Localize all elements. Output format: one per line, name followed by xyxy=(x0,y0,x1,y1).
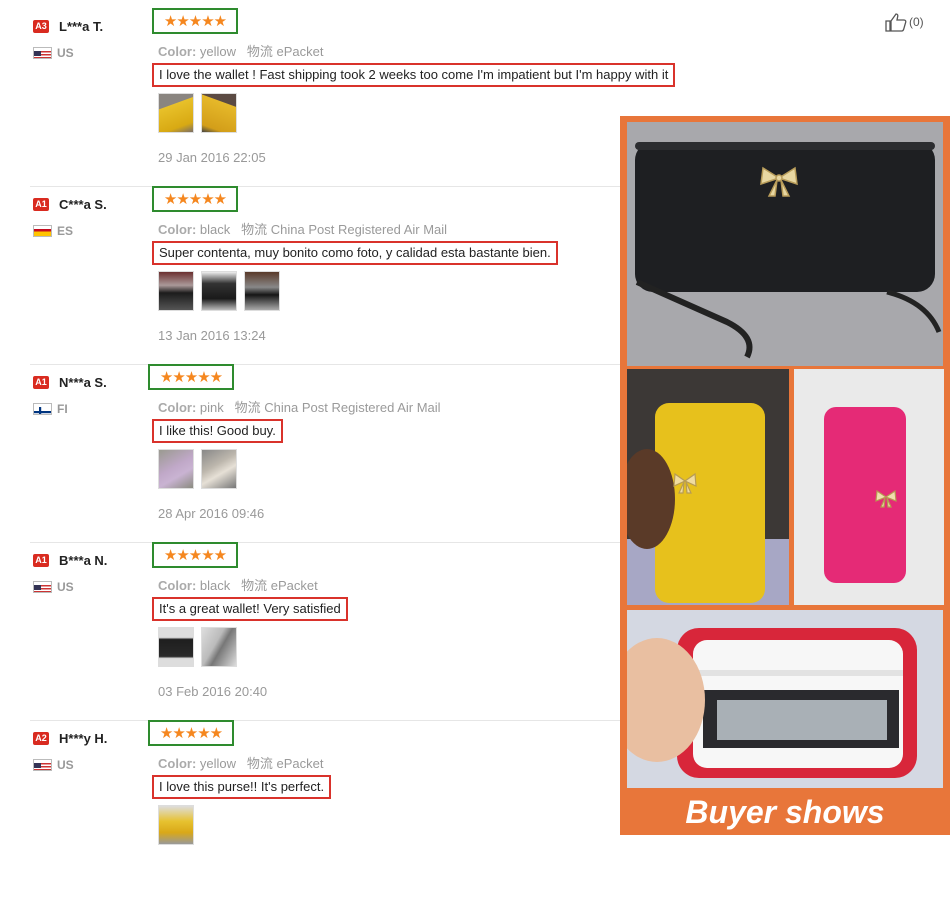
review-comment: I like this! Good buy. xyxy=(152,419,283,443)
logistics-label: 物流 xyxy=(246,44,273,59)
logistics-label: 物流 xyxy=(246,756,273,771)
review-photos xyxy=(158,271,280,311)
reviewer-name: H***y H. xyxy=(59,731,108,746)
color-value: yellow xyxy=(199,44,237,59)
us-flag-icon xyxy=(33,581,52,593)
order-info: Color: black 物流 China Post Registered Ai… xyxy=(158,219,447,238)
order-info: Color: black 物流 ePacket xyxy=(158,575,318,594)
review-item: A3 L***a T. US ★★★★★ Color: yellow 物流 eP… xyxy=(30,8,676,187)
review-item: A2 H***y H. US ★★★★★ Color: yellow 物流 eP… xyxy=(30,720,620,898)
review-photo-thumb[interactable] xyxy=(201,449,237,489)
review-comment: I love the wallet ! Fast shipping took 2… xyxy=(152,63,676,87)
buyer-level-badge: A1 xyxy=(33,198,49,211)
shipping-method: China Post Registered Air Mail xyxy=(264,400,441,415)
helpful-count: (0) xyxy=(909,15,924,29)
yellow-wallet-photo[interactable] xyxy=(627,369,789,605)
review-photos xyxy=(158,627,237,667)
review-photo-thumb[interactable] xyxy=(201,93,237,133)
shipping-method: ePacket xyxy=(276,44,324,59)
review-date: 28 Apr 2016 09:46 xyxy=(158,506,265,521)
reviewer-country: US xyxy=(57,580,74,594)
review-date: 03 Feb 2016 20:40 xyxy=(158,684,268,699)
shipping-method: China Post Registered Air Mail xyxy=(270,222,448,237)
color-label: Color: xyxy=(158,400,197,415)
color-value: black xyxy=(199,578,231,593)
order-info: Color: yellow 物流 ePacket xyxy=(158,753,324,772)
black-wallet-photo[interactable] xyxy=(627,122,943,366)
reviewer-country: US xyxy=(57,46,74,60)
open-wallet-photo[interactable] xyxy=(627,610,943,788)
review-comment: I love this purse!! It's perfect. xyxy=(152,775,332,799)
buyer-shows-title: Buyer shows xyxy=(685,794,885,830)
review-date: 29 Jan 2016 22:05 xyxy=(158,150,266,165)
shipping-method: ePacket xyxy=(270,578,318,593)
review-photo-thumb[interactable] xyxy=(201,627,237,667)
pink-wallet-photo[interactable] xyxy=(794,369,944,605)
rating-stars: ★★★★★ xyxy=(148,364,234,390)
color-value: black xyxy=(199,222,231,237)
rating-stars: ★★★★★ xyxy=(148,720,234,746)
review-photo-thumb[interactable] xyxy=(158,93,194,133)
logistics-label: 物流 xyxy=(241,222,268,237)
review-comment: It's a great wallet! Very satisfied xyxy=(152,597,348,621)
reviewer-name: C***a S. xyxy=(59,197,107,212)
logistics-label: 物流 xyxy=(234,400,261,415)
logistics-label: 物流 xyxy=(241,578,268,593)
thumbs-up-icon xyxy=(885,13,907,32)
review-photo-thumb[interactable] xyxy=(201,271,237,311)
review-photo-thumb[interactable] xyxy=(158,805,194,845)
reviewer-country: FI xyxy=(57,402,68,416)
review-photos xyxy=(158,805,194,845)
color-value: pink xyxy=(199,400,224,415)
order-info: Color: pink 物流 China Post Registered Air… xyxy=(158,397,441,416)
buyer-level-badge: A1 xyxy=(33,376,49,389)
order-info: Color: yellow 物流 ePacket xyxy=(158,41,324,60)
buyer-level-badge: A3 xyxy=(33,20,49,33)
es-flag-icon xyxy=(33,225,52,237)
us-flag-icon xyxy=(33,47,52,59)
color-value: yellow xyxy=(199,756,237,771)
buyer-level-badge: A1 xyxy=(33,554,49,567)
rating-stars: ★★★★★ xyxy=(152,542,238,568)
buyer-shows-panel: Buyer shows xyxy=(620,116,950,835)
review-photos xyxy=(158,93,237,133)
review-comment: Super contenta, muy bonito como foto, y … xyxy=(152,241,558,265)
color-label: Color: xyxy=(158,222,197,237)
reviewer-name: B***a N. xyxy=(59,553,108,568)
review-photos xyxy=(158,449,237,489)
review-item: A1 B***a N. US ★★★★★ Color: black 物流 ePa… xyxy=(30,542,620,721)
review-photo-thumb[interactable] xyxy=(158,627,194,667)
review-date: 13 Jan 2016 13:24 xyxy=(158,328,266,343)
review-photo-thumb[interactable] xyxy=(158,449,194,489)
color-label: Color: xyxy=(158,44,197,59)
rating-stars: ★★★★★ xyxy=(152,8,238,34)
color-label: Color: xyxy=(158,756,197,771)
reviewer-name: N***a S. xyxy=(59,375,107,390)
fi-flag-icon xyxy=(33,403,52,415)
rating-stars: ★★★★★ xyxy=(152,186,238,212)
review-item: A1 N***a S. FI ★★★★★ Color: pink 物流 Chin… xyxy=(30,364,620,543)
us-flag-icon xyxy=(33,759,52,771)
review-photo-thumb[interactable] xyxy=(158,271,194,311)
helpful-button[interactable]: (0) xyxy=(885,12,924,32)
review-item: A1 C***a S. ES ★★★★★ Color: black 物流 Chi… xyxy=(30,186,620,365)
reviewer-country: ES xyxy=(57,224,74,238)
buyer-level-badge: A2 xyxy=(33,732,49,745)
color-label: Color: xyxy=(158,578,197,593)
reviewer-name: L***a T. xyxy=(59,19,104,34)
review-photo-thumb[interactable] xyxy=(244,271,280,311)
shipping-method: ePacket xyxy=(276,756,324,771)
reviewer-country: US xyxy=(57,758,74,772)
